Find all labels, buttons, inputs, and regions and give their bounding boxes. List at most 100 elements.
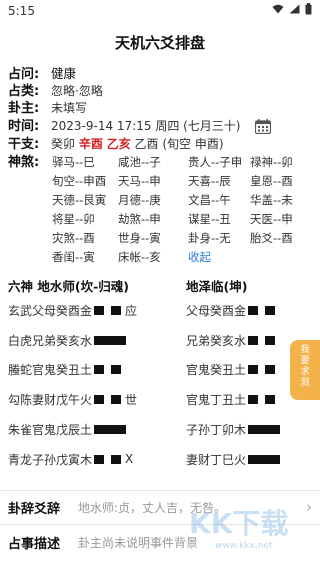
- yao-row-1: 青龙 子孙戊寅木 X: [8, 452, 133, 467]
- yao-line: [248, 305, 259, 315]
- yao-mark: 世: [125, 392, 138, 407]
- yao-name: 妻财丁巳火: [186, 452, 247, 467]
- shensha-label: 神煞:: [8, 155, 40, 170]
- yao-line: [248, 394, 259, 404]
- shensha-item: 文昌--午: [188, 193, 231, 207]
- shensha-item: 卦身--无: [188, 231, 231, 245]
- ganzhi-year: 癸卯: [51, 137, 76, 151]
- status-time: 5:15: [8, 4, 35, 18]
- calendar-icon[interactable]: [255, 119, 271, 134]
- yao-name: 子孙戊寅木: [32, 452, 93, 467]
- yao-line: [94, 364, 105, 374]
- shensha-item: 床帐--亥: [118, 250, 161, 264]
- yao-name: 官鬼癸丑土: [186, 362, 247, 377]
- yao-line: [94, 394, 105, 404]
- yao-line: [94, 335, 127, 345]
- yao-row-2: 朱雀 官鬼戊辰土: [8, 422, 127, 437]
- yao-line: [94, 305, 105, 315]
- yao-name: 父母癸酉金: [32, 303, 93, 318]
- bian-yao-row-6: 父母癸酉金: [186, 303, 276, 318]
- yao-line: [248, 335, 259, 345]
- ask-test-tab[interactable]: 我要求测: [290, 340, 320, 400]
- zhanwen-value: 健康: [51, 66, 77, 81]
- shensha-row: 天德--艮寅 月德--庚 文昌--午 华盖--未: [52, 193, 293, 208]
- hexagram-header-right: 地泽临(坤): [186, 279, 248, 294]
- yao-line: [111, 364, 122, 374]
- info-row-zhanwen: 占问: 健康: [8, 66, 76, 82]
- yao-name: 官鬼戊辰土: [32, 422, 93, 437]
- bian-yao-row-5: 兄弟癸亥水: [186, 333, 276, 348]
- yao-name: 官鬼癸丑土: [32, 362, 93, 377]
- ganzhi-month: 辛酉: [78, 137, 103, 151]
- yao-line: [265, 335, 276, 345]
- shensha-item: 天医--申: [250, 212, 293, 226]
- shensha-item: 谋星--丑: [188, 212, 231, 226]
- time-label: 时间:: [8, 119, 40, 134]
- shensha-row: 香闺--寅 床帐--亥 收起: [52, 250, 211, 265]
- info-row-guazhu: 卦主: 未填写: [8, 100, 87, 116]
- yao-line: [265, 394, 276, 404]
- shensha-item: 世身--寅: [118, 231, 161, 245]
- shensha-item: 香闺--寅: [52, 250, 95, 264]
- zhanlei-label: 占类:: [8, 84, 40, 99]
- yao-row-3: 勾陈 妻财戊午火 世: [8, 392, 138, 407]
- signal-icon: [289, 4, 300, 14]
- shensha-row: 灾煞--酉 世身--寅 卦身--无 胎爻--酉: [52, 231, 293, 246]
- bian-yao-row-3: 官鬼丁丑土: [186, 392, 276, 407]
- zhanlei-value: 忽略·忽略: [51, 84, 103, 98]
- shensha-item: 天德--艮寅: [52, 193, 107, 207]
- hexagram-header-left: 六神 地水师(坎-归魂): [8, 279, 129, 294]
- ganzhi-label: 干支:: [8, 137, 40, 152]
- yao-name: 兄弟癸亥水: [186, 333, 247, 348]
- yao-name: 兄弟癸亥水: [32, 333, 93, 348]
- liushen: 朱雀: [8, 422, 33, 437]
- ganzhi-day: 乙亥: [106, 137, 131, 151]
- liushen: 玄武: [8, 303, 33, 318]
- collapse-link[interactable]: 收起: [188, 250, 211, 265]
- info-row-zhanlei: 占类: 忽略·忽略: [8, 83, 103, 99]
- wifi-icon: [272, 4, 284, 14]
- yao-name: 妻财戊午火: [32, 392, 93, 407]
- guazhu-value: 未填写: [51, 101, 88, 115]
- shensha-item: 皇恩--酉: [250, 174, 293, 188]
- shensha-item: 灾煞--酉: [52, 231, 95, 245]
- yao-line: [265, 305, 276, 315]
- watermark-url: www.kkx.net: [215, 541, 273, 551]
- yao-line: [94, 424, 127, 434]
- yao-name: 官鬼丁丑土: [186, 392, 247, 407]
- shensha-row: 旬空--申酉 天马--申 天喜--辰 皇恩--酉: [52, 174, 293, 189]
- ganzhi-rest: 乙酉 (旬空 申酉): [134, 137, 224, 151]
- ask-test-label: 我要求测: [300, 345, 310, 388]
- watermark-logo: KK下载 www.kkx.net: [189, 507, 288, 551]
- yao-line: [265, 364, 276, 374]
- status-bar: 5:15: [0, 0, 320, 22]
- shensha-item: 咸池--子: [118, 155, 161, 169]
- yao-row-5: 白虎 兄弟癸亥水: [8, 333, 127, 348]
- liushen: 青龙: [8, 452, 33, 467]
- shensha-item: 驿马--巳: [52, 155, 95, 169]
- shensha-item: 贵人--子申: [188, 155, 243, 169]
- shensha-item: 胎爻--酉: [250, 231, 293, 245]
- yao-line: [94, 454, 105, 464]
- yao-line: [111, 394, 122, 404]
- liushen: 勾陈: [8, 392, 33, 407]
- yao-line: [248, 364, 259, 374]
- liushen: 螣蛇: [8, 362, 33, 377]
- guaci-label: 卦辞爻辞: [8, 501, 61, 517]
- guazhu-label: 卦主:: [8, 101, 40, 116]
- yao-row-6: 玄武 父母癸酉金 应: [8, 303, 137, 318]
- yao-name: 子孙丁卯木: [186, 422, 247, 437]
- yao-line: [111, 454, 122, 464]
- shensha-item: 月德--庚: [118, 193, 161, 207]
- yao-name: 父母癸酉金: [186, 303, 247, 318]
- time-value: 2023-9-14 17:15 周四 (七月三十): [51, 119, 241, 133]
- bian-yao-row-4: 官鬼癸丑土: [186, 362, 276, 377]
- battery-icon: [305, 3, 312, 15]
- info-row-shensha: 神煞:: [8, 154, 51, 170]
- watermark-text: KK下载: [189, 507, 288, 540]
- divider: [0, 490, 320, 491]
- page-title: 天机六爻排盘: [114, 34, 205, 52]
- yao-line: [111, 305, 122, 315]
- shensha-item: 天喜--辰: [188, 174, 231, 188]
- bian-yao-row-1: 妻财丁巳火: [186, 452, 281, 467]
